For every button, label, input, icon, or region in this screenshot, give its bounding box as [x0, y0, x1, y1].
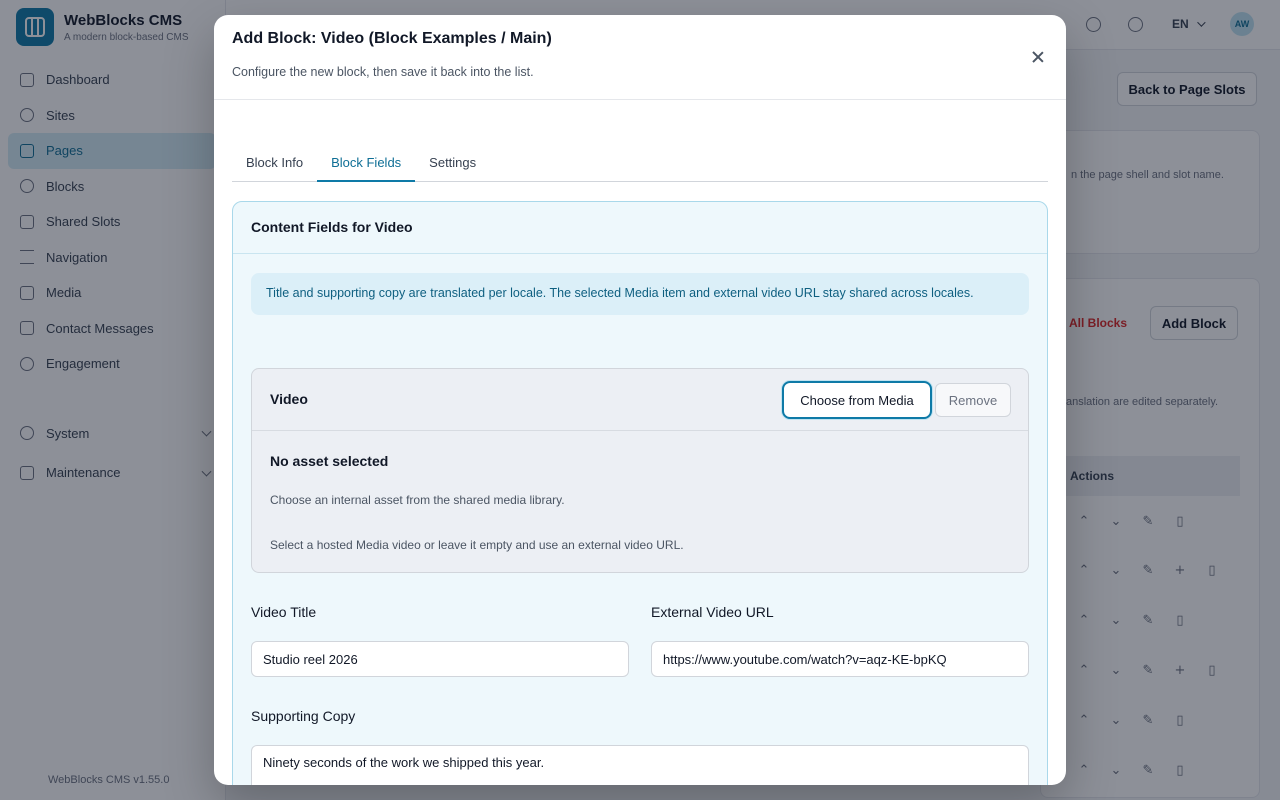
remove-media-button[interactable]: Remove: [935, 383, 1011, 417]
no-asset-title: No asset selected: [270, 453, 389, 469]
supporting-copy-textarea[interactable]: Ninety seconds of the work we shipped th…: [251, 745, 1029, 785]
modal-tabs: Block Info Block Fields Settings: [232, 152, 1048, 182]
external-url-label: External Video URL: [651, 604, 774, 620]
add-block-modal: Add Block: Video (Block Examples / Main)…: [214, 15, 1066, 785]
supporting-copy-label: Supporting Copy: [251, 708, 356, 724]
asset-help-text-secondary: Select a hosted Media video or leave it …: [270, 538, 684, 552]
tab-block-info[interactable]: Block Info: [232, 152, 317, 182]
tab-settings[interactable]: Settings: [415, 152, 490, 182]
media-field-title: Video: [270, 391, 308, 407]
video-media-card: Video Choose from Media Remove No asset …: [251, 368, 1029, 573]
video-title-input[interactable]: [251, 641, 629, 677]
close-icon[interactable]: [1030, 49, 1046, 65]
media-card-header: Video Choose from Media Remove: [252, 369, 1028, 431]
video-title-label: Video Title: [251, 604, 317, 620]
content-fields-card: Content Fields for Video Title and suppo…: [232, 201, 1048, 785]
tab-block-fields[interactable]: Block Fields: [317, 152, 416, 182]
content-fields-title: Content Fields for Video: [233, 202, 1047, 254]
translation-info-box: Title and supporting copy are translated…: [251, 273, 1029, 315]
external-video-url-input[interactable]: [651, 641, 1029, 677]
modal-title: Add Block: Video (Block Examples / Main): [232, 30, 552, 47]
modal-header: Add Block: Video (Block Examples / Main)…: [214, 15, 1066, 100]
choose-from-media-button[interactable]: Choose from Media: [782, 381, 932, 419]
asset-help-text: Choose an internal asset from the shared…: [270, 493, 565, 507]
modal-subtitle: Configure the new block, then save it ba…: [232, 65, 534, 79]
